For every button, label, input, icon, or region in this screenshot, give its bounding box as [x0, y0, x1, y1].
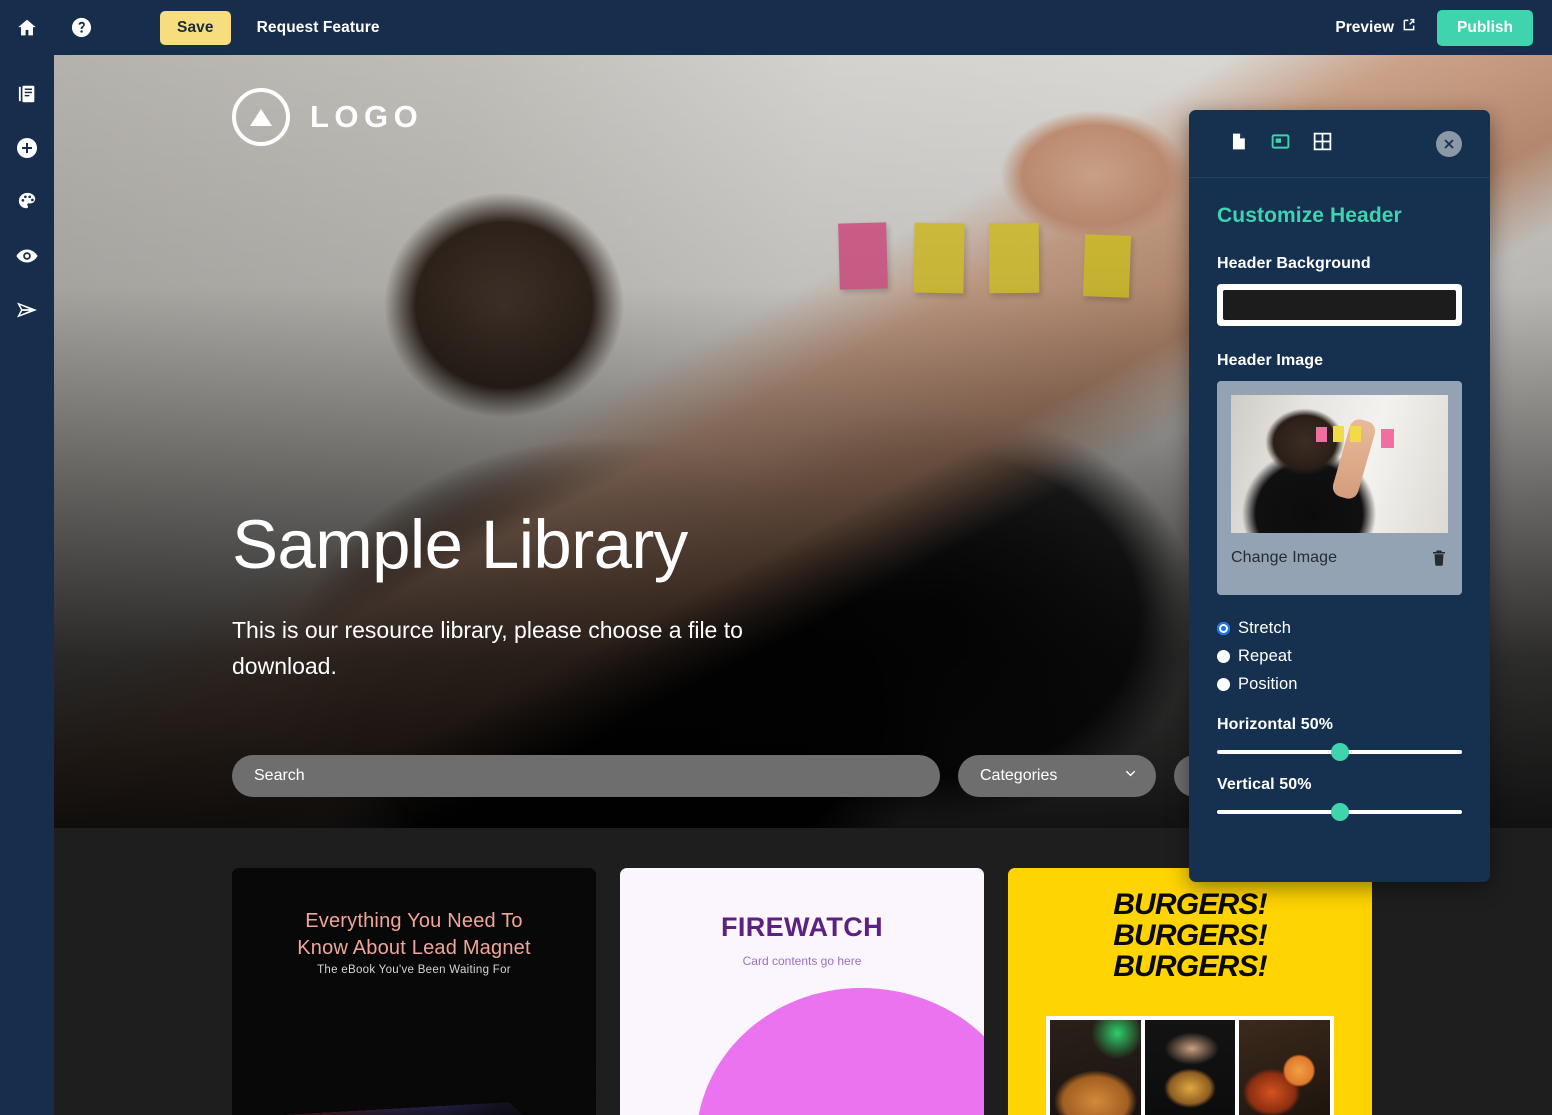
thumbnail-sticky-note [1333, 426, 1344, 442]
burger-photo [1050, 1020, 1141, 1115]
fit-option-position[interactable]: Position [1217, 675, 1462, 694]
card-title: BURGERS! BURGERS! BURGERS! [1113, 888, 1267, 983]
page-subtitle: This is our resource library, please cho… [232, 617, 743, 679]
tab-page-settings[interactable] [1217, 124, 1259, 164]
left-sidebar [0, 55, 54, 1115]
header-banner-icon [1270, 131, 1291, 157]
vertical-slider[interactable] [1217, 803, 1462, 821]
home-icon[interactable] [0, 0, 54, 55]
tab-grid-settings[interactable] [1301, 124, 1343, 164]
add-icon [15, 136, 39, 165]
fit-option-repeat[interactable]: Repeat [1217, 647, 1462, 666]
header-image-thumbnail[interactable] [1231, 395, 1448, 533]
header-background-label: Header Background [1217, 255, 1371, 272]
card-subtitle: The eBook You've Been Waiting For [317, 964, 511, 976]
change-image-button[interactable]: Change Image [1231, 549, 1337, 567]
external-link-icon [1401, 17, 1417, 38]
preview-eye-icon [15, 244, 39, 273]
categories-select[interactable]: Categories [958, 755, 1156, 797]
logo[interactable]: LOGO [232, 88, 423, 146]
radio-icon [1217, 650, 1230, 663]
radio-icon [1217, 678, 1230, 691]
resource-card[interactable]: Everything You Need To Know About Lead Ma… [232, 868, 596, 1115]
card-image-fade [232, 1066, 596, 1115]
burger-photo [1144, 1020, 1236, 1115]
logo-triangle-icon [232, 88, 290, 146]
card-photo-strip [1046, 1016, 1334, 1115]
panel-heading: Customize Header [1217, 204, 1402, 227]
request-feature-link[interactable]: Request Feature [257, 19, 380, 37]
change-image-row: Change Image [1231, 533, 1448, 583]
grid-icon [1312, 131, 1333, 157]
thumbnail-sticky-note [1381, 429, 1394, 448]
burger-photo [1239, 1020, 1331, 1115]
help-circle-icon[interactable] [54, 0, 108, 55]
chevron-down-icon [1123, 766, 1138, 786]
send-icon [15, 298, 39, 327]
publish-button[interactable]: Publish [1437, 9, 1533, 46]
header-image-control: Change Image [1217, 381, 1462, 595]
page-title: Sample Library [232, 506, 688, 583]
pages-icon [16, 83, 38, 110]
customize-header-panel: Customize Header Header Background Heade… [1189, 110, 1490, 882]
color-swatch [1223, 290, 1456, 320]
tab-header-settings[interactable] [1259, 124, 1301, 164]
topbar-actions: Preview Publish [1335, 9, 1552, 46]
vertical-slider-label: Vertical 50% [1217, 776, 1312, 793]
categories-select-label: Categories [980, 767, 1058, 784]
close-icon[interactable] [1436, 130, 1462, 157]
card-title: FIREWATCH [720, 912, 884, 942]
sidebar-item-preview[interactable] [0, 231, 54, 285]
position-sliders: Horizontal 50% Vertical 50% [1217, 716, 1462, 821]
fit-option-label: Stretch [1238, 619, 1291, 637]
slider-thumb[interactable] [1330, 803, 1349, 821]
resource-card[interactable]: BURGERS! BURGERS! BURGERS! [1008, 868, 1372, 1115]
save-button[interactable]: Save [160, 10, 231, 45]
thumbnail-sticky-note [1350, 426, 1361, 442]
header-background-color-picker[interactable] [1217, 284, 1462, 326]
card-title: Everything You Need To Know About Lead Ma… [297, 910, 531, 959]
horizontal-slider[interactable] [1217, 743, 1462, 761]
horizontal-slider-label: Horizontal 50% [1217, 716, 1334, 733]
trash-icon[interactable] [1430, 548, 1448, 568]
thumbnail-sticky-note [1316, 427, 1327, 442]
header-image-label: Header Image [1217, 352, 1324, 369]
document-icon [1229, 131, 1248, 157]
radio-icon [1217, 622, 1230, 635]
card-subtitle: Card contents go here [742, 954, 862, 968]
panel-body: Customize Header Header Background Heade… [1189, 178, 1490, 821]
panel-tabbar [1189, 110, 1490, 178]
slider-thumb[interactable] [1330, 743, 1349, 761]
fit-option-stretch[interactable]: Stretch [1217, 619, 1462, 638]
fit-option-label: Position [1238, 675, 1298, 693]
search-input[interactable] [232, 755, 940, 797]
sidebar-item-send[interactable] [0, 285, 54, 339]
sidebar-item-add[interactable] [0, 123, 54, 177]
sidebar-item-design[interactable] [0, 177, 54, 231]
logo-text: LOGO [310, 99, 424, 134]
design-palette-icon [16, 190, 39, 218]
preview-button[interactable]: Preview [1335, 17, 1417, 38]
sidebar-item-pages[interactable] [0, 69, 54, 123]
resource-card-grid: Everything You Need To Know About Lead Ma… [232, 868, 1372, 1115]
fit-option-label: Repeat [1238, 647, 1292, 665]
top-toolbar: Save Request Feature Preview Publish [0, 0, 1552, 55]
resource-card[interactable]: FIREWATCH Card contents go here [620, 868, 984, 1115]
preview-label: Preview [1335, 18, 1395, 36]
